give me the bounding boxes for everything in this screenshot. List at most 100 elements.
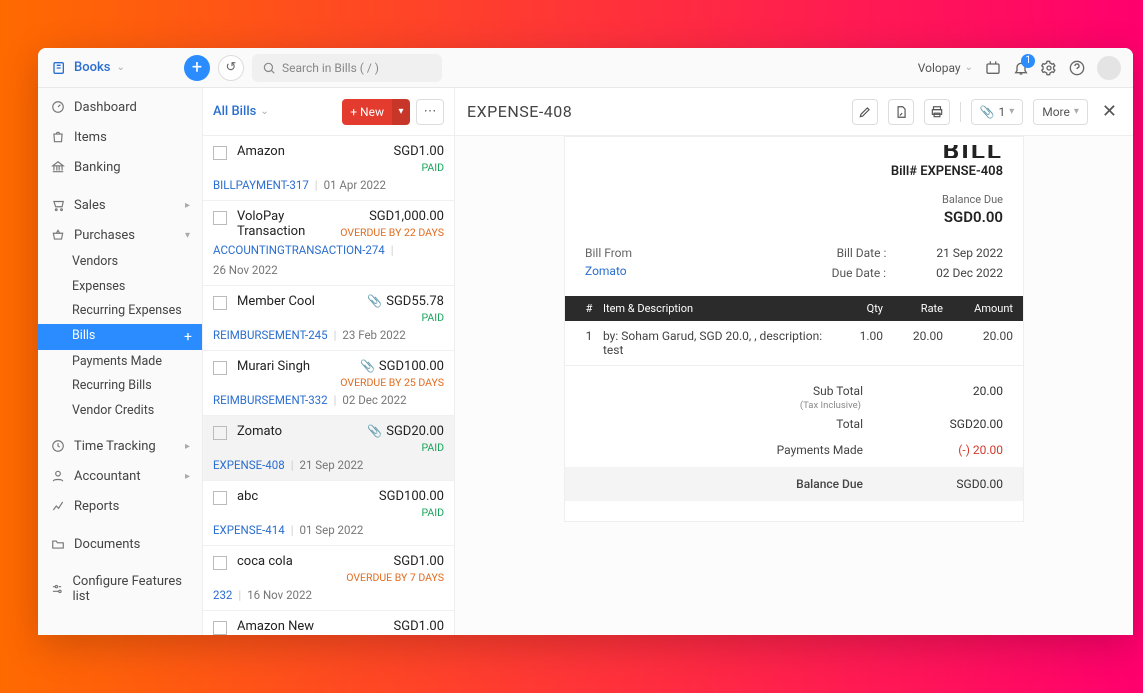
col-description: Item & Description xyxy=(603,302,833,315)
bill-status: OVERDUE BY 22 DAYS xyxy=(340,226,444,239)
nav-configure[interactable]: Configure Features list xyxy=(38,567,202,611)
bill-reference[interactable]: 232 xyxy=(213,588,232,602)
nav-bills[interactable]: Bills + xyxy=(38,324,202,350)
nav-banking[interactable]: Banking xyxy=(38,152,202,182)
list-more-button[interactable]: ⋯ xyxy=(416,99,444,125)
nav-recurring-bills[interactable]: Recurring Bills xyxy=(38,374,202,399)
bill-list-item[interactable]: Member Cool 📎SGD55.78 PAID REIMBURSEMENT… xyxy=(203,286,454,351)
bills-list[interactable]: Amazon SGD1.00 PAID BILLPAYMENT-317 | 01… xyxy=(203,136,454,635)
bill-reference[interactable]: BILLPAYMENT-317 xyxy=(213,178,309,192)
bill-reference[interactable]: ACCOUNTINGTRANSACTION-274 xyxy=(213,243,385,257)
books-icon xyxy=(52,60,68,76)
quick-create-button[interactable]: + xyxy=(184,55,210,81)
bill-date: 01 Sep 2022 xyxy=(300,523,364,537)
bill-list-item[interactable]: VoloPay Transaction SGD1,000.00 OVERDUE … xyxy=(203,201,454,286)
pencil-icon xyxy=(858,105,872,119)
total-label: Total xyxy=(836,417,863,431)
bill-list-item[interactable]: abc SGD100.00 PAID EXPENSE-414 | 01 Sep … xyxy=(203,481,454,546)
new-bill-button[interactable]: + New ▾ xyxy=(342,99,410,125)
balance-due-label: Balance Due xyxy=(585,193,1003,206)
brand-switcher[interactable]: Books ⌄ xyxy=(46,60,176,76)
chevron-right-icon: ▸ xyxy=(185,471,190,482)
nav-payments-made[interactable]: Payments Made xyxy=(38,350,202,375)
bill-reference[interactable]: EXPENSE-408 xyxy=(213,458,285,472)
more-label: More xyxy=(1042,105,1070,119)
nav-label: Banking xyxy=(74,160,121,175)
subscribe-icon[interactable] xyxy=(985,60,1001,76)
new-btn-label: + New xyxy=(342,99,392,125)
org-switcher[interactable]: Volopay ⌄ xyxy=(918,61,973,75)
nav-accountant[interactable]: Accountant▸ xyxy=(38,461,202,491)
bills-list-pane: All Bills ⌄ + New ▾ ⋯ Amazon SGD1.00 xyxy=(203,88,455,635)
bill-list-item[interactable]: Amazon New SGD1.00 OVERDUE BY 11 DAYS 99… xyxy=(203,611,454,635)
balance-label: Balance Due xyxy=(796,477,863,491)
help-button[interactable] xyxy=(1069,60,1085,76)
chevron-right-icon: ▸ xyxy=(185,200,190,211)
paperclip-icon: 📎 xyxy=(367,424,382,438)
cart-icon xyxy=(50,197,66,213)
bill-vendor-name: abc xyxy=(237,489,379,504)
pdf-icon xyxy=(894,105,908,119)
pdf-button[interactable] xyxy=(888,99,914,125)
row-checkbox[interactable] xyxy=(213,211,227,225)
list-title-dropdown[interactable]: All Bills ⌄ xyxy=(213,104,269,119)
clock-icon xyxy=(50,438,66,454)
col-number: # xyxy=(575,302,603,315)
nav-time-tracking[interactable]: Time Tracking▸ xyxy=(38,431,202,461)
bill-amount: SGD1.00 xyxy=(394,144,444,159)
row-checkbox[interactable] xyxy=(213,556,227,570)
sidebar: Dashboard Items Banking Sales▸ Purchases… xyxy=(38,88,203,635)
bill-amount: SGD100.00 xyxy=(379,489,444,504)
nav-reports[interactable]: Reports xyxy=(38,491,202,521)
row-checkbox[interactable] xyxy=(213,296,227,310)
user-avatar[interactable] xyxy=(1097,56,1121,80)
row-checkbox[interactable] xyxy=(213,621,227,635)
notifications-button[interactable]: 1 xyxy=(1013,60,1029,76)
bill-vendor-name: Amazon xyxy=(237,144,394,159)
bill-status: PAID xyxy=(367,311,444,324)
basket-icon xyxy=(50,227,66,243)
bill-list-item[interactable]: coca cola SGD1.00 OVERDUE BY 7 DAYS 232 … xyxy=(203,546,454,611)
bill-list-item[interactable]: Zomato 📎SGD20.00 PAID EXPENSE-408 | 21 S… xyxy=(203,416,454,481)
help-icon xyxy=(1069,60,1085,76)
attachments-button[interactable]: 📎1▾ xyxy=(971,99,1024,125)
settings-button[interactable] xyxy=(1041,60,1057,76)
line-rate: 20.00 xyxy=(883,329,943,357)
bill-amount: 📎SGD100.00 xyxy=(340,359,444,374)
bill-reference[interactable]: REIMBURSEMENT-332 xyxy=(213,393,328,407)
nav-recurring-expenses[interactable]: Recurring Expenses xyxy=(38,299,202,324)
plus-icon[interactable]: + xyxy=(184,330,192,344)
vendor-link[interactable]: Zomato xyxy=(585,264,632,278)
bill-reference[interactable]: REIMBURSEMENT-245 xyxy=(213,328,328,342)
nav-label: Bills xyxy=(72,330,95,343)
nav-items[interactable]: Items xyxy=(38,122,202,152)
detail-more-button[interactable]: More▾ xyxy=(1033,99,1088,125)
row-checkbox[interactable] xyxy=(213,146,227,160)
search-input[interactable]: Search in Bills ( / ) xyxy=(252,54,442,82)
detail-scroll[interactable]: BILL Bill# EXPENSE-408 Balance Due SGD0.… xyxy=(455,136,1133,635)
recent-history-button[interactable]: ↺ xyxy=(218,55,244,81)
nav-purchases[interactable]: Purchases▾ xyxy=(38,220,202,250)
dashboard-icon xyxy=(50,99,66,115)
bill-list-item[interactable]: Amazon SGD1.00 PAID BILLPAYMENT-317 | 01… xyxy=(203,136,454,201)
bill-list-item[interactable]: Murari Singh 📎SGD100.00 OVERDUE BY 25 DA… xyxy=(203,351,454,416)
bank-icon xyxy=(50,159,66,175)
payments-made-value: (-) 20.00 xyxy=(923,443,1003,457)
nav-sales[interactable]: Sales▸ xyxy=(38,190,202,220)
row-checkbox[interactable] xyxy=(213,491,227,505)
bill-status: PAID xyxy=(367,441,444,454)
nav-vendors[interactable]: Vendors xyxy=(38,250,202,275)
nav-vendor-credits[interactable]: Vendor Credits xyxy=(38,399,202,424)
tax-note: (Tax Inclusive) xyxy=(585,400,1003,411)
nav-dashboard[interactable]: Dashboard xyxy=(38,92,202,122)
row-checkbox[interactable] xyxy=(213,361,227,375)
paperclip-icon: 📎 xyxy=(360,359,375,373)
row-checkbox[interactable] xyxy=(213,426,227,440)
close-detail-button[interactable]: ✕ xyxy=(1098,101,1121,122)
bill-reference[interactable]: EXPENSE-414 xyxy=(213,523,285,537)
nav-expenses[interactable]: Expenses xyxy=(38,275,202,300)
new-btn-dropdown[interactable]: ▾ xyxy=(392,99,410,125)
print-button[interactable] xyxy=(924,99,950,125)
nav-documents[interactable]: Documents xyxy=(38,529,202,559)
edit-button[interactable] xyxy=(852,99,878,125)
